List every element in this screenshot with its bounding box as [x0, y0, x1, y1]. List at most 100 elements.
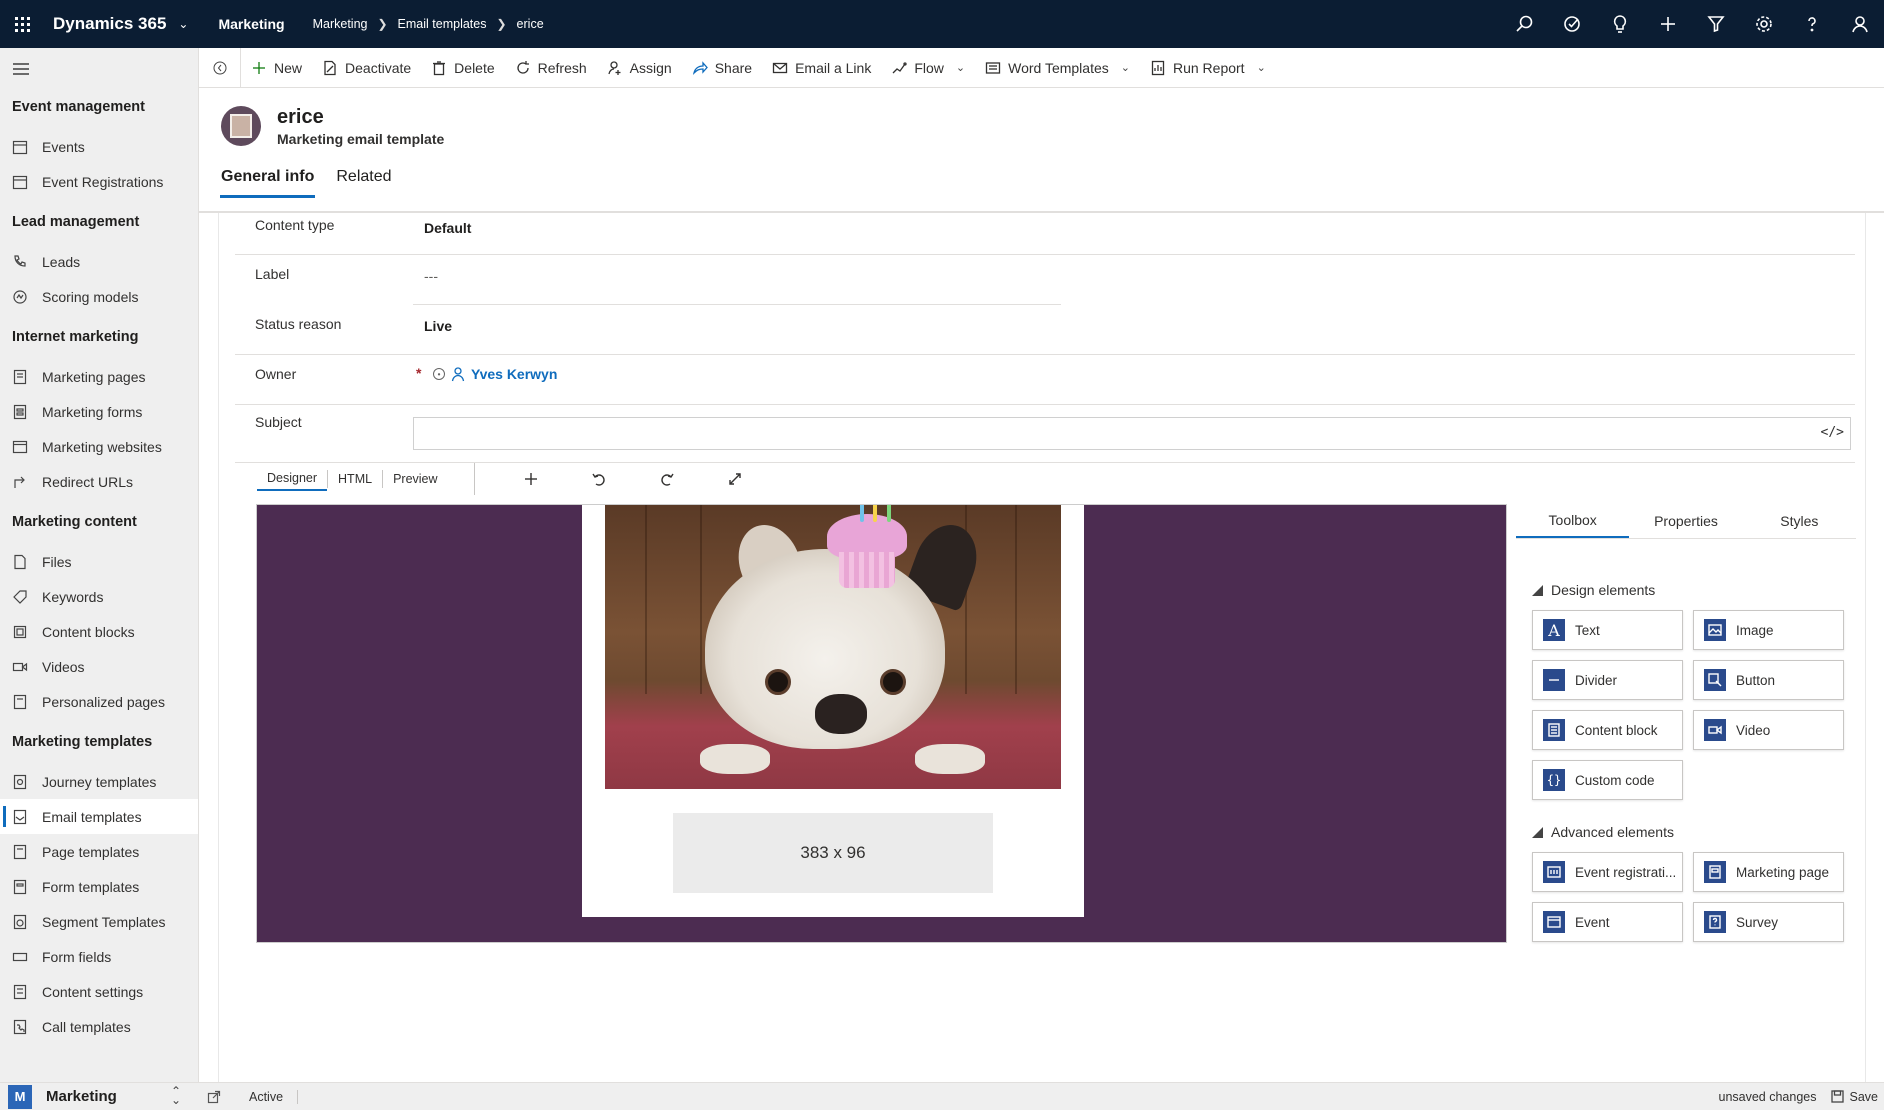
- new-button[interactable]: New: [241, 48, 312, 88]
- sidebar-item-marketing-pages[interactable]: Marketing pages: [0, 359, 198, 394]
- app-launcher-icon[interactable]: [0, 0, 44, 48]
- breadcrumb-item[interactable]: Email templates: [398, 17, 487, 31]
- help-icon[interactable]: [1788, 0, 1836, 48]
- gear-icon[interactable]: [1740, 0, 1788, 48]
- toolbox-video-element[interactable]: Video: [1693, 710, 1844, 750]
- sidebar-item-marketing-websites[interactable]: Marketing websites: [0, 429, 198, 464]
- save-button[interactable]: Save: [1830, 1090, 1878, 1104]
- redo-icon[interactable]: [633, 471, 701, 487]
- subject-input[interactable]: </>: [413, 417, 1851, 450]
- status-reason-value[interactable]: Live: [424, 318, 452, 334]
- email-design-canvas[interactable]: 383 x 96: [256, 504, 1507, 943]
- plus-icon[interactable]: [497, 471, 565, 487]
- owner-lookup[interactable]: • Yves Kerwyn: [433, 366, 557, 382]
- tab-html[interactable]: HTML: [328, 467, 382, 491]
- lightbulb-icon[interactable]: [1596, 0, 1644, 48]
- image-icon: [1704, 619, 1726, 641]
- sidebar-item-form-templates[interactable]: Form templates: [0, 869, 198, 904]
- design-elements-header[interactable]: Design elements: [1532, 582, 1858, 598]
- tab-properties[interactable]: Properties: [1629, 503, 1742, 538]
- chevron-down-icon[interactable]: ⌄: [956, 61, 965, 74]
- email-a-link-button[interactable]: Email a Link: [762, 48, 881, 88]
- tab-designer[interactable]: Designer: [257, 467, 328, 491]
- sidebar-item-label: Form fields: [42, 948, 112, 965]
- sidebar-item-journey-templates[interactable]: Journey templates: [0, 764, 198, 799]
- field-label: Subject: [255, 414, 302, 430]
- sidebar-item-content-settings[interactable]: Content settings: [0, 974, 198, 1009]
- hamburger-menu-icon[interactable]: [0, 48, 198, 90]
- tab-styles[interactable]: Styles: [1743, 503, 1856, 538]
- sidebar-item-event-registrations[interactable]: Event Registrations: [0, 164, 198, 199]
- sidebar-item-personalized-pages[interactable]: Personalized pages: [0, 684, 198, 719]
- tag-icon: [12, 589, 28, 605]
- email-template-icon: [12, 809, 28, 825]
- word-templates-button[interactable]: Word Templates ⌄: [975, 48, 1140, 88]
- sidebar-item-content-blocks[interactable]: Content blocks: [0, 614, 198, 649]
- tab-related[interactable]: Related: [335, 168, 392, 198]
- sidebar-item-label: Form templates: [42, 878, 140, 895]
- field-label: Status reason: [255, 316, 342, 332]
- flow-button[interactable]: Flow ⌄: [881, 48, 975, 88]
- toolbox-content-block-element[interactable]: Content block: [1532, 710, 1683, 750]
- tab-toolbox[interactable]: Toolbox: [1516, 503, 1630, 538]
- tab-general-info[interactable]: General info: [220, 168, 316, 198]
- toolbox-custom-code-element[interactable]: {} Custom code: [1532, 760, 1683, 800]
- sidebar-item-redirect-urls[interactable]: Redirect URLs: [0, 464, 198, 499]
- breadcrumb-item[interactable]: Marketing: [313, 17, 368, 31]
- sidebar-item-page-templates[interactable]: Page templates: [0, 834, 198, 869]
- chevron-down-icon[interactable]: ⌄: [1121, 61, 1130, 74]
- toolbox-event-element[interactable]: Event: [1532, 902, 1683, 942]
- delete-button[interactable]: Delete: [421, 48, 504, 88]
- sidebar-item-events[interactable]: Events: [0, 129, 198, 164]
- assign-button[interactable]: Assign: [597, 48, 682, 88]
- toolbox-image-element[interactable]: Image: [1693, 610, 1844, 650]
- toolbox-divider-element[interactable]: Divider: [1532, 660, 1683, 700]
- sidebar-item-keywords[interactable]: Keywords: [0, 579, 198, 614]
- sidebar-item-segment-templates[interactable]: Segment Templates: [0, 904, 198, 939]
- toolbox-survey-element[interactable]: Survey: [1693, 902, 1844, 942]
- share-button[interactable]: Share: [682, 48, 762, 88]
- expand-icon[interactable]: [701, 471, 769, 487]
- toolbox-marketing-page-element[interactable]: Marketing page: [1693, 852, 1844, 892]
- toolbox-event-registration-element[interactable]: Event registrati...: [1532, 852, 1683, 892]
- filter-icon[interactable]: [1692, 0, 1740, 48]
- tab-preview[interactable]: Preview: [383, 467, 447, 491]
- app-name[interactable]: Dynamics 365: [53, 14, 166, 34]
- undo-icon[interactable]: [565, 471, 633, 487]
- sidebar-item-leads[interactable]: Leads: [0, 244, 198, 279]
- area-switcher[interactable]: M Marketing ⌃ ⌄: [0, 1082, 199, 1110]
- sidebar-item-email-templates[interactable]: Email templates: [0, 799, 198, 834]
- search-icon[interactable]: [1500, 0, 1548, 48]
- refresh-button[interactable]: Refresh: [505, 48, 597, 88]
- sidebar-item-form-fields[interactable]: Form fields: [0, 939, 198, 974]
- chevron-down-icon[interactable]: ⌄: [1257, 61, 1266, 74]
- designer-toolbar: Designer HTML Preview: [257, 461, 769, 497]
- toolbox-text-element[interactable]: A Text: [1532, 610, 1683, 650]
- label-value[interactable]: ---: [424, 268, 438, 284]
- sidebar-item-files[interactable]: Files: [0, 544, 198, 579]
- open-in-new-window-icon[interactable]: [207, 1090, 221, 1104]
- field-label: Label: [255, 266, 290, 282]
- refresh-icon: [517, 60, 529, 74]
- run-report-button[interactable]: Run Report ⌄: [1140, 48, 1276, 88]
- advanced-elements-header[interactable]: Advanced elements: [1532, 824, 1858, 840]
- sidebar-item-marketing-forms[interactable]: Marketing forms: [0, 394, 198, 429]
- content-type-value[interactable]: Default: [424, 220, 471, 236]
- back-icon[interactable]: [199, 47, 241, 88]
- area-label: Marketing: [46, 1088, 117, 1105]
- owner-name[interactable]: Yves Kerwyn: [471, 366, 557, 382]
- image-placeholder[interactable]: 383 x 96: [673, 813, 993, 893]
- dog-with-cupcake-image[interactable]: [605, 505, 1061, 789]
- chevron-down-icon[interactable]: ⌄: [178, 17, 188, 31]
- code-icon[interactable]: </>: [1821, 425, 1844, 440]
- email-body[interactable]: 383 x 96: [582, 505, 1084, 917]
- deactivate-button[interactable]: Deactivate: [312, 48, 421, 88]
- sidebar-item-scoring-models[interactable]: Scoring models: [0, 279, 198, 314]
- plus-icon[interactable]: [1644, 0, 1692, 48]
- person-icon[interactable]: [1836, 0, 1884, 48]
- person-icon: [451, 367, 465, 382]
- sidebar-item-call-templates[interactable]: Call templates: [0, 1009, 198, 1044]
- toolbox-button-element[interactable]: Button: [1693, 660, 1844, 700]
- task-check-icon[interactable]: [1548, 0, 1596, 48]
- sidebar-item-videos[interactable]: Videos: [0, 649, 198, 684]
